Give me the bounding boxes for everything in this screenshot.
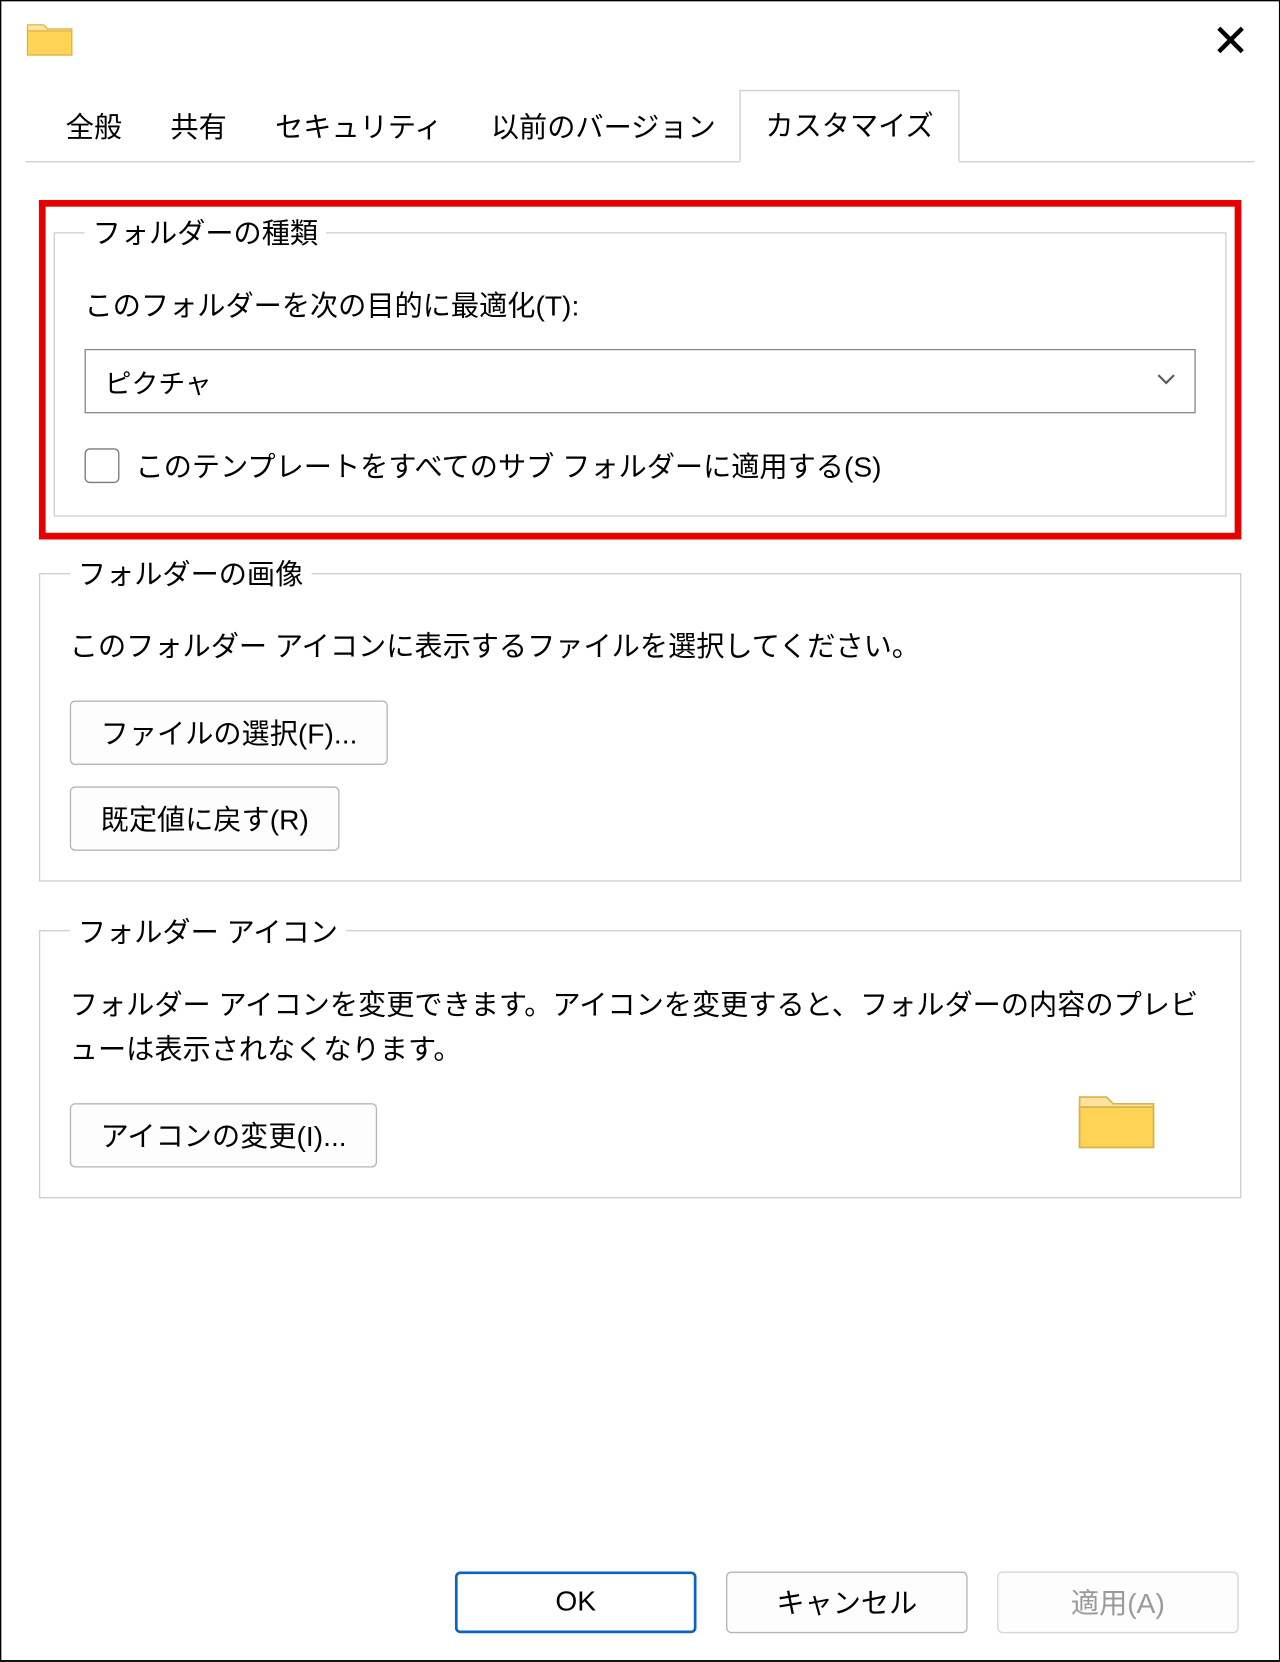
tab-sharing[interactable]: 共有 <box>146 93 251 163</box>
tab-general[interactable]: 全般 <box>42 93 147 163</box>
close-button[interactable]: ✕ <box>1193 4 1268 79</box>
tab-content: フォルダーの種類 このフォルダーを次の目的に最適化(T): ピクチャ このテンプ… <box>1 162 1279 1198</box>
folder-image-legend: フォルダーの画像 <box>70 553 312 593</box>
group-folder-icon: フォルダー アイコン フォルダー アイコンを変更できます。アイコンを変更すると、… <box>39 911 1241 1198</box>
apply-subfolders-row[interactable]: このテンプレートをすべてのサブ フォルダーに適用する(S) <box>85 446 1196 486</box>
dialog-button-bar: OK キャンセル 適用(A) <box>1 1545 1279 1660</box>
tab-bar: 全般 共有 セキュリティ 以前のバージョン カスタマイズ <box>1 82 1279 163</box>
optimize-for-label: このフォルダーを次の目的に最適化(T): <box>85 285 1196 325</box>
tab-customize[interactable]: カスタマイズ <box>740 90 959 162</box>
highlight-annotation: フォルダーの種類 このフォルダーを次の目的に最適化(T): ピクチャ このテンプ… <box>39 200 1241 540</box>
optimize-for-selected-value: ピクチャ <box>105 362 212 401</box>
apply-subfolders-label: このテンプレートをすべてのサブ フォルダーに適用する(S) <box>136 446 882 486</box>
folder-type-legend: フォルダーの種類 <box>85 212 327 252</box>
tab-previous-versions[interactable]: 以前のバージョン <box>467 93 740 163</box>
group-folder-type: フォルダーの種類 このフォルダーを次の目的に最適化(T): ピクチャ このテンプ… <box>54 212 1227 517</box>
tab-security[interactable]: セキュリティ <box>251 93 467 163</box>
folder-image-description: このフォルダー アイコンに表示するファイルを選択してください。 <box>70 625 1211 670</box>
apply-button: 適用(A) <box>997 1571 1239 1633</box>
group-folder-image: フォルダーの画像 このフォルダー アイコンに表示するファイルを選択してください。… <box>39 553 1241 881</box>
folder-icon-legend: フォルダー アイコン <box>70 911 346 951</box>
restore-default-button[interactable]: 既定値に戻す(R) <box>70 786 340 850</box>
properties-dialog: ✕ 全般 共有 セキュリティ 以前のバージョン カスタマイズ フォルダーの種類 … <box>0 0 1280 1661</box>
cancel-button[interactable]: キャンセル <box>726 1571 968 1633</box>
apply-subfolders-checkbox[interactable] <box>85 448 120 483</box>
folder-icon <box>25 14 73 69</box>
choose-file-button[interactable]: ファイルの選択(F)... <box>70 700 388 764</box>
optimize-for-select[interactable]: ピクチャ <box>85 349 1196 413</box>
chevron-down-icon <box>1157 366 1176 397</box>
folder-icon-description: フォルダー アイコンを変更できます。アイコンを変更すると、フォルダーの内容のプレ… <box>70 983 1211 1073</box>
titlebar: ✕ <box>1 1 1279 82</box>
ok-button[interactable]: OK <box>455 1571 697 1633</box>
change-icon-button[interactable]: アイコンの変更(I)... <box>70 1103 378 1167</box>
folder-preview-icon <box>1076 1087 1210 1161</box>
